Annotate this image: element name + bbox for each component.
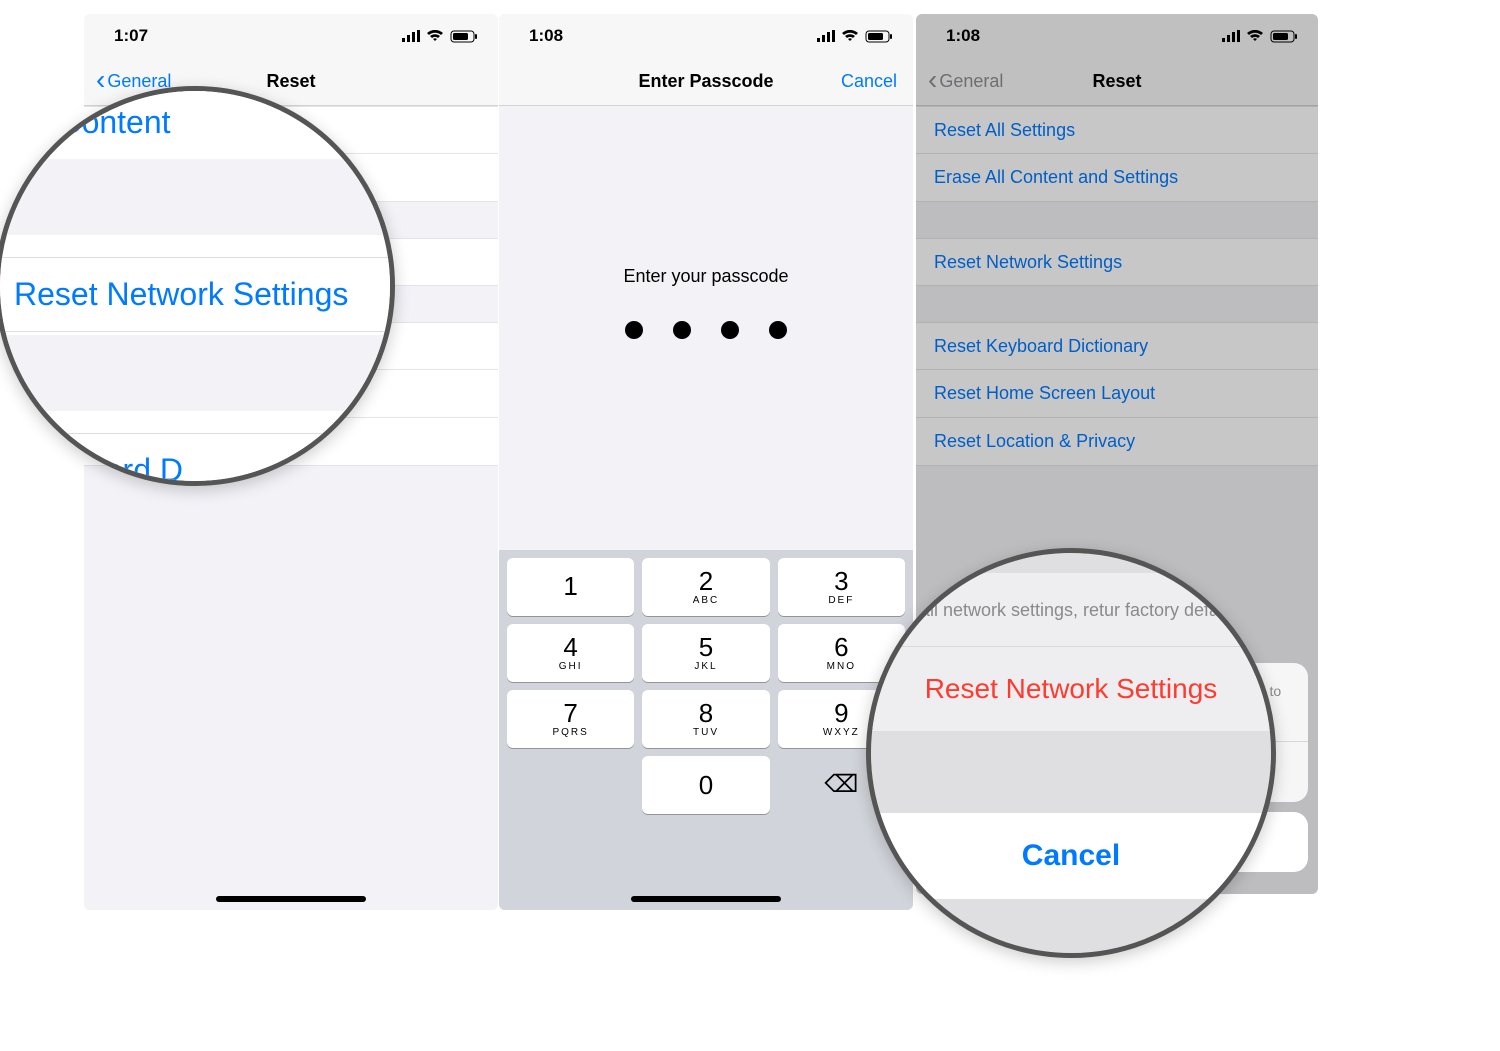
passcode-prompt: Enter your passcode (499, 266, 913, 287)
wifi-icon (841, 30, 859, 42)
chevron-left-icon: ‹ (96, 66, 105, 94)
cancel-button[interactable]: Cancel (841, 71, 897, 92)
wifi-icon (426, 30, 444, 42)
home-indicator[interactable] (216, 896, 366, 902)
battery-icon (450, 30, 478, 43)
mag-row-fragment-bottom: Keyboard D (0, 433, 390, 486)
keypad-2[interactable]: 2ABC (642, 558, 769, 616)
cellular-icon (402, 30, 420, 42)
passcode-dot (721, 321, 739, 339)
keypad-5[interactable]: 5JKL (642, 624, 769, 682)
keypad-4[interactable]: 4GHI (507, 624, 634, 682)
passcode-dots (499, 321, 913, 339)
status-time: 1:07 (114, 26, 148, 46)
backspace-icon: ⌫ (824, 773, 858, 797)
passcode-dot (769, 321, 787, 339)
status-bar: 1:07 (84, 14, 498, 58)
keypad-8[interactable]: 8TUV (642, 690, 769, 748)
mag-sheet-destructive[interactable]: Reset Network Settings (866, 647, 1276, 731)
home-indicator[interactable] (631, 896, 781, 902)
passcode-dot (673, 321, 691, 339)
screen-2-enter-passcode: 1:08 Enter Passcode Cancel Enter your pa… (499, 14, 913, 910)
numeric-keypad: 1 2ABC 3DEF 4GHI 5JKL 6MNO 7PQRS 8TUV 9W… (499, 550, 913, 910)
passcode-prompt-area: Enter your passcode (499, 106, 913, 339)
status-indicators (817, 30, 893, 43)
keypad-1[interactable]: 1 (507, 558, 634, 616)
keypad-0[interactable]: 0 (642, 756, 769, 814)
status-bar: 1:08 (499, 14, 913, 58)
keypad-blank (507, 756, 634, 814)
magnifier-reset-network: All Content Reset Network Settings Keybo… (0, 86, 395, 486)
mag-row-reset-network[interactable]: Reset Network Settings (0, 257, 390, 332)
cellular-icon (817, 30, 835, 42)
passcode-dot (625, 321, 643, 339)
status-time: 1:08 (529, 26, 563, 46)
status-indicators (402, 30, 478, 43)
mag-sheet-top: ete all network settings, retur factory … (866, 573, 1276, 731)
battery-icon (865, 30, 893, 43)
nav-bar: Enter Passcode Cancel (499, 58, 913, 106)
mag-sheet-message: ete all network settings, retur factory … (866, 573, 1276, 647)
mag-row-fragment-top: All Content (0, 86, 390, 160)
magnifier-confirm-sheet: ete all network settings, retur factory … (866, 548, 1276, 958)
keypad-7[interactable]: 7PQRS (507, 690, 634, 748)
mag-sheet-cancel[interactable]: Cancel (866, 813, 1276, 899)
